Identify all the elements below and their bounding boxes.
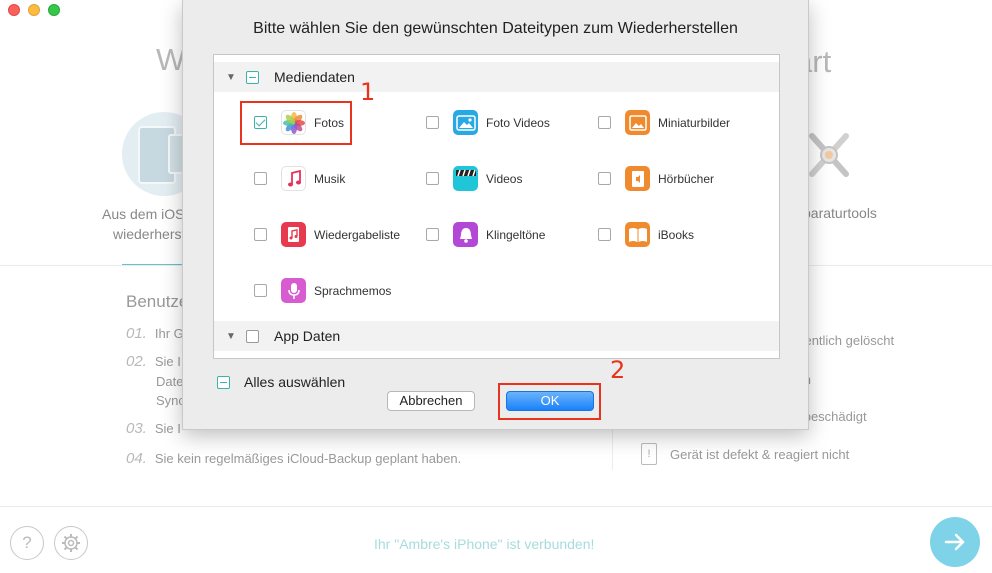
- footer-divider: [0, 506, 992, 507]
- select-all-label: Alles auswählen: [244, 374, 346, 390]
- disclosure-triangle-expanded-icon[interactable]: ▼: [226, 72, 240, 83]
- close-window-button[interactable]: [8, 4, 20, 16]
- music-icon: [281, 166, 306, 191]
- background-title-left: W: [156, 42, 186, 77]
- voice-memos-icon: [281, 278, 306, 303]
- group-label: Mediendaten: [274, 69, 355, 85]
- scenario-item: Gerät ist defekt & reagiert nicht: [670, 447, 850, 462]
- connection-status: Ihr "Ambre's iPhone" ist verbunden!: [374, 536, 595, 552]
- checkbox-videos[interactable]: [426, 172, 439, 185]
- ibooks-icon: [625, 222, 650, 247]
- checkbox-wiedergabeliste[interactable]: [254, 228, 267, 241]
- item-label: iBooks: [658, 227, 695, 242]
- dialog-title: Bitte wählen Sie den gewünschten Dateity…: [253, 20, 738, 37]
- videos-icon: [453, 166, 478, 191]
- annotation-number: 1: [360, 78, 376, 106]
- file-type-item-klingeltoene[interactable]: Klingeltöne: [426, 222, 545, 247]
- group-label: App Daten: [274, 328, 341, 344]
- item-label: Klingeltöne: [486, 227, 546, 242]
- checkbox-musik[interactable]: [254, 172, 267, 185]
- group-checkbox-app-data[interactable]: [246, 329, 259, 343]
- file-type-item-musik[interactable]: Musik: [254, 166, 345, 191]
- gear-icon: [62, 534, 80, 552]
- repair-tools-icon[interactable]: [804, 128, 854, 182]
- annotation-number: 2: [610, 356, 626, 384]
- checkbox-foto-videos[interactable]: [426, 116, 439, 129]
- item-label: Musik: [314, 171, 346, 186]
- file-type-item-wiedergabeliste[interactable]: Wiedergabeliste: [254, 222, 400, 247]
- file-type-item-sprachmemos[interactable]: Sprachmemos: [254, 278, 391, 303]
- item-label: Sprachmemos: [314, 283, 392, 298]
- broken-device-icon: !: [641, 443, 657, 465]
- item-label: Foto Videos: [486, 115, 550, 130]
- section-title: Benutze: [126, 292, 189, 311]
- restore-from-device-label-2: wiederherst: [113, 226, 186, 242]
- minimize-window-button[interactable]: [28, 4, 40, 16]
- next-button[interactable]: [930, 517, 980, 567]
- window-controls: [8, 4, 60, 16]
- file-type-list: ▼ Mediendaten Fotos Foto Videos Miniatur…: [213, 54, 780, 359]
- ringtones-icon: [453, 222, 478, 247]
- file-type-item-foto-videos[interactable]: Foto Videos: [426, 110, 550, 135]
- file-type-item-miniaturbilder[interactable]: Miniaturbilder: [598, 110, 730, 135]
- select-all-checkbox[interactable]: [217, 375, 230, 389]
- step-item: 03. Sie I: [126, 420, 181, 437]
- audiobooks-icon: [625, 166, 650, 191]
- group-header-app-data[interactable]: ▼ App Daten: [214, 321, 779, 351]
- item-label: Videos: [486, 171, 523, 186]
- photo-videos-icon: [453, 110, 478, 135]
- checkbox-hoerbuecher[interactable]: [598, 172, 611, 185]
- group-checkbox-media[interactable]: [246, 70, 259, 84]
- checkbox-miniaturbilder[interactable]: [598, 116, 611, 129]
- step-item: 04. Sie kein regelmäßiges iCloud-Backup g…: [126, 450, 462, 467]
- checkbox-klingeltoene[interactable]: [426, 228, 439, 241]
- highlight-box-ok: [498, 383, 601, 420]
- file-type-item-hoerbuecher[interactable]: Hörbücher: [598, 166, 714, 191]
- restore-from-device-label: Aus dem iOS: [102, 206, 185, 222]
- checkbox-sprachmemos[interactable]: [254, 284, 267, 297]
- item-label: Miniaturbilder: [658, 115, 731, 130]
- item-label: Wiedergabeliste: [314, 227, 401, 242]
- arrow-right-icon: [944, 533, 965, 551]
- group-header-media[interactable]: ▼ Mediendaten: [214, 62, 779, 92]
- zoom-window-button[interactable]: [48, 4, 60, 16]
- file-type-item-videos[interactable]: Videos: [426, 166, 522, 191]
- settings-button[interactable]: [54, 526, 88, 560]
- select-all[interactable]: Alles auswählen: [217, 374, 345, 390]
- step-item: 02. Sie I: [126, 353, 181, 370]
- step-item: 01. Ihr G: [126, 325, 184, 342]
- cancel-button[interactable]: Abbrechen: [387, 391, 475, 411]
- step-item-continuation: Sync: [156, 393, 185, 408]
- highlight-box-fotos: [240, 101, 352, 145]
- checkbox-ibooks[interactable]: [598, 228, 611, 241]
- disclosure-triangle-icon[interactable]: ▼: [226, 331, 240, 342]
- file-type-item-ibooks[interactable]: iBooks: [598, 222, 694, 247]
- file-type-dialog: Bitte wählen Sie den gewünschten Dateity…: [182, 0, 809, 430]
- help-button[interactable]: ?: [10, 526, 44, 560]
- repair-tools-label: paraturtools: [803, 205, 877, 221]
- item-label: Hörbücher: [658, 171, 715, 186]
- step-item-continuation: Date: [156, 374, 184, 389]
- thumbnails-icon: [625, 110, 650, 135]
- playlist-icon: [281, 222, 306, 247]
- help-icon: ?: [22, 533, 32, 552]
